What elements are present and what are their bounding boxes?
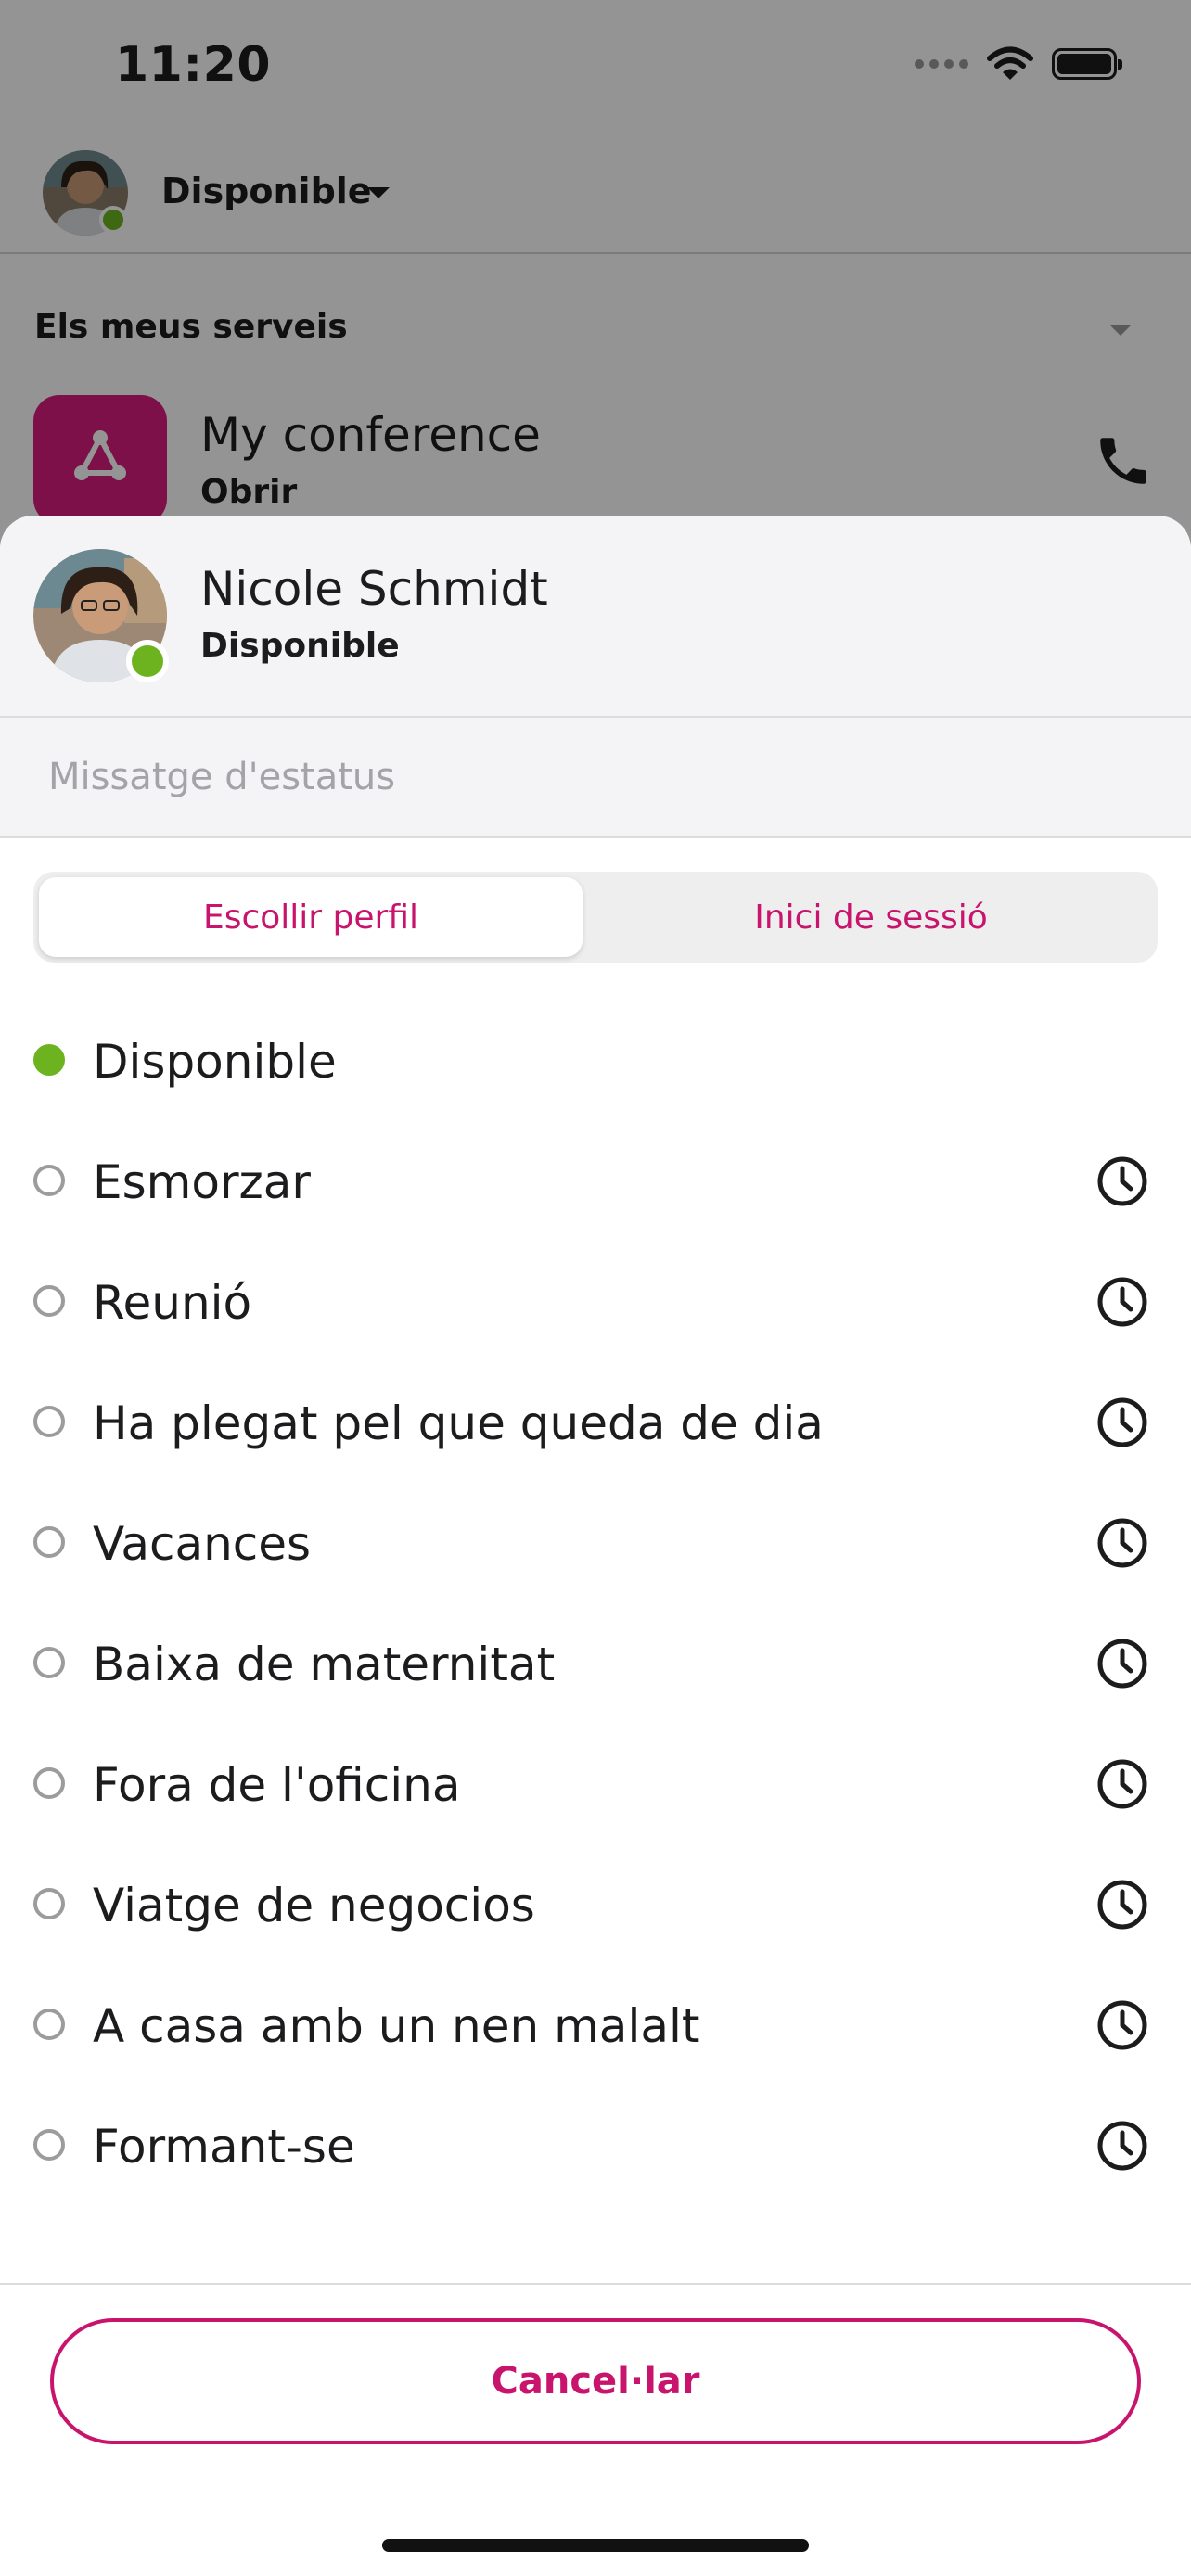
status-item-label: Formant-se (93, 2120, 355, 2174)
status-message-row (0, 718, 1191, 838)
clock-icon[interactable] (1096, 1758, 1148, 1810)
status-list: Disponible Esmorzar Reunió Ha plegat pel… (0, 998, 1191, 2203)
status-item-vacances[interactable]: Vacances (0, 1480, 1191, 1600)
status-item-disponible[interactable]: Disponible (0, 998, 1191, 1118)
radio-unselected[interactable] (33, 2129, 65, 2161)
status-item-label: Ha plegat pel que queda de dia (93, 1396, 824, 1450)
status-item-label: Vacances (93, 1517, 312, 1571)
radio-unselected[interactable] (33, 1406, 65, 1437)
radio-selected[interactable] (33, 1044, 65, 1076)
status-message-input[interactable] (48, 749, 1143, 805)
status-sheet: Nicole Schmidt Disponible Escollir perfi… (0, 516, 1191, 2576)
tab-choose-profile[interactable]: Escollir perfil (39, 877, 583, 957)
clock-icon[interactable] (1096, 1155, 1148, 1207)
radio-unselected[interactable] (33, 1165, 65, 1196)
divider (0, 2283, 1191, 2285)
status-item-label: Fora de l'oficina (93, 1758, 461, 1812)
clock-icon[interactable] (1096, 1396, 1148, 1448)
status-item-label: A casa amb un nen malalt (93, 1999, 700, 2053)
status-item-label: Esmorzar (93, 1155, 311, 1209)
user-name: Nicole Schmidt (200, 562, 548, 616)
user-status: Disponible (200, 627, 400, 665)
status-item-label: Viatge de negocios (93, 1879, 535, 1932)
radio-unselected[interactable] (33, 1767, 65, 1799)
status-item-reunio[interactable]: Reunió (0, 1239, 1191, 1359)
clock-icon[interactable] (1096, 1517, 1148, 1569)
status-item-ha-plegat[interactable]: Ha plegat pel que queda de dia (0, 1359, 1191, 1480)
clock-icon[interactable] (1096, 1276, 1148, 1328)
status-item-label: Baixa de maternitat (93, 1638, 556, 1691)
presence-indicator (126, 640, 169, 682)
home-indicator[interactable] (382, 2539, 809, 2552)
sheet-header: Nicole Schmidt Disponible (0, 516, 1191, 718)
profile-segmented-control: Escollir perfil Inici de sessió (33, 872, 1158, 963)
radio-unselected[interactable] (33, 1647, 65, 1678)
radio-unselected[interactable] (33, 1285, 65, 1317)
status-item-casa-nen-malalt[interactable]: A casa amb un nen malalt (0, 1962, 1191, 2083)
clock-icon[interactable] (1096, 2120, 1148, 2172)
status-item-baixa-maternitat[interactable]: Baixa de maternitat (0, 1600, 1191, 1721)
status-item-fora-oficina[interactable]: Fora de l'oficina (0, 1721, 1191, 1842)
radio-unselected[interactable] (33, 1888, 65, 1919)
status-item-viatge-negocios[interactable]: Viatge de negocios (0, 1842, 1191, 1962)
status-item-esmorzar[interactable]: Esmorzar (0, 1118, 1191, 1239)
clock-icon[interactable] (1096, 1999, 1148, 2051)
status-item-formant-se[interactable]: Formant-se (0, 2083, 1191, 2203)
status-item-label: Reunió (93, 1276, 252, 1330)
radio-unselected[interactable] (33, 2009, 65, 2040)
tab-login[interactable]: Inici de sessió (590, 877, 1152, 957)
clock-icon[interactable] (1096, 1638, 1148, 1690)
radio-unselected[interactable] (33, 1526, 65, 1558)
clock-icon[interactable] (1096, 1879, 1148, 1931)
status-item-label: Disponible (93, 1035, 337, 1089)
cancel-button[interactable]: Cancel·lar (50, 2318, 1141, 2444)
